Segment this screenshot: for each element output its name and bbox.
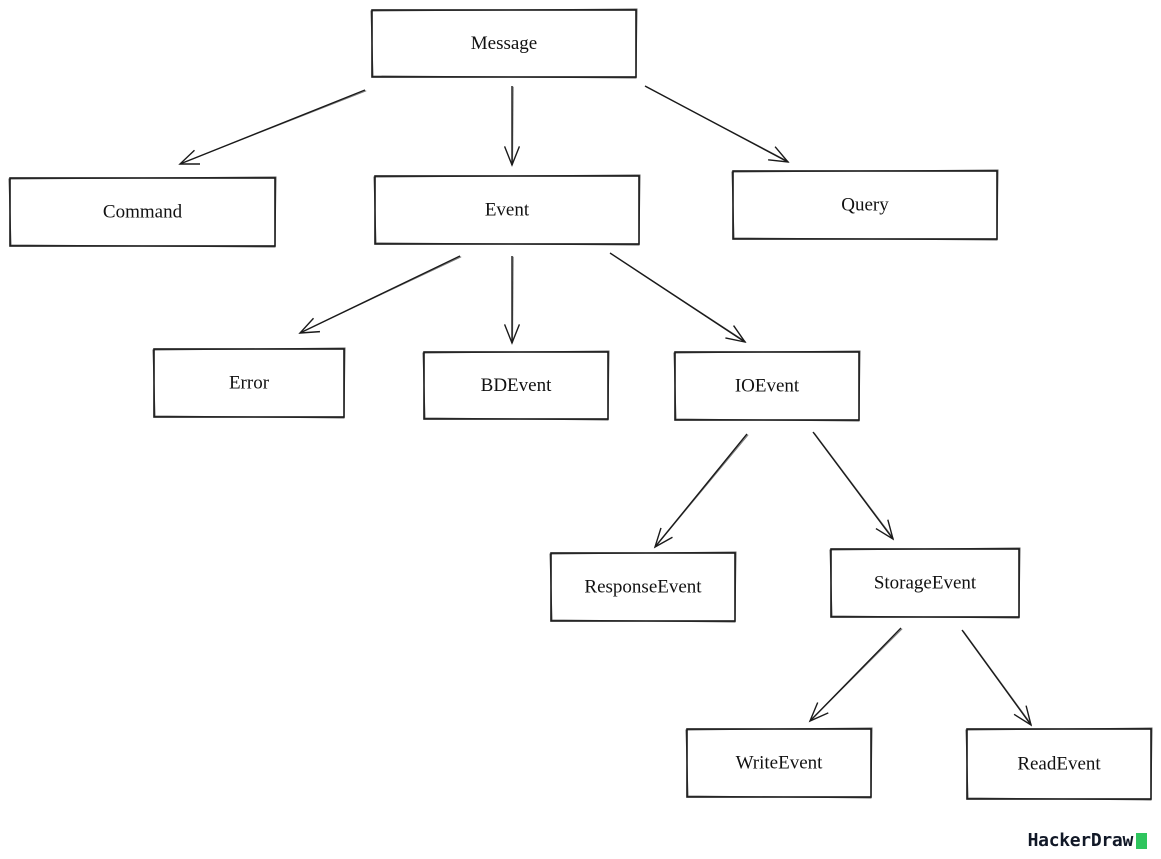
edge-line-sketch — [962, 630, 1032, 725]
node-responseevent[interactable]: ResponseEvent — [549, 551, 737, 623]
edge-line-sketch — [512, 256, 514, 343]
node-label: Event — [485, 199, 530, 220]
node-query[interactable]: Query — [731, 169, 999, 241]
node-ioevent[interactable]: IOEvent — [673, 350, 861, 422]
node-label: Command — [103, 201, 183, 222]
node-label: WriteEvent — [736, 752, 824, 773]
node-label: StorageEvent — [874, 572, 977, 593]
edge-event-ioevent — [609, 252, 747, 344]
node-readevent[interactable]: ReadEvent — [965, 727, 1153, 801]
diagram-canvas: Message Command Event Query Error BDEvent IOEv… — [8, 8, 1153, 801]
node-label: IOEvent — [735, 375, 800, 396]
edge-line-sketch — [655, 434, 749, 547]
edge-line-sketch — [300, 256, 462, 334]
edge-ioevent-storageevent — [812, 431, 895, 541]
edge-line-sketch — [512, 86, 514, 165]
node-error[interactable]: Error — [152, 347, 346, 419]
edge-storageevent-readevent — [961, 629, 1033, 727]
edge-storageevent-writeevent — [808, 627, 903, 723]
node-label: Message — [471, 33, 537, 54]
edge-line-sketch — [180, 90, 367, 165]
edge-event-error — [298, 255, 462, 334]
edge-line — [961, 629, 1032, 726]
node-label: ReadEvent — [1017, 753, 1101, 774]
edge-line — [812, 431, 894, 540]
edge-message-event — [503, 86, 521, 167]
hackerdraw-watermark: HackerDraw — [1028, 830, 1147, 851]
node-command[interactable]: Command — [8, 176, 277, 248]
node-bdevent[interactable]: BDEvent — [422, 350, 610, 421]
edge-line-sketch — [810, 628, 903, 721]
node-storageevent[interactable]: StorageEvent — [829, 547, 1021, 619]
edge-event-bdevent — [503, 256, 521, 345]
edge-ioevent-responseevent — [653, 433, 749, 549]
edge-line-sketch — [610, 253, 746, 342]
edge-message-query — [644, 85, 790, 163]
node-label: Error — [229, 372, 270, 393]
edge-line-sketch — [813, 432, 894, 539]
node-writeevent[interactable]: WriteEvent — [685, 727, 873, 799]
edge-line-sketch — [645, 86, 789, 162]
node-label: ResponseEvent — [584, 576, 702, 597]
node-label: BDEvent — [481, 375, 552, 396]
node-label: Query — [841, 194, 889, 215]
node-message[interactable]: Message — [370, 8, 638, 79]
brand-text: HackerDraw — [1027, 830, 1134, 851]
edge-message-command — [178, 89, 367, 165]
node-event[interactable]: Event — [373, 174, 641, 246]
brand-mark-icon — [1136, 832, 1147, 849]
